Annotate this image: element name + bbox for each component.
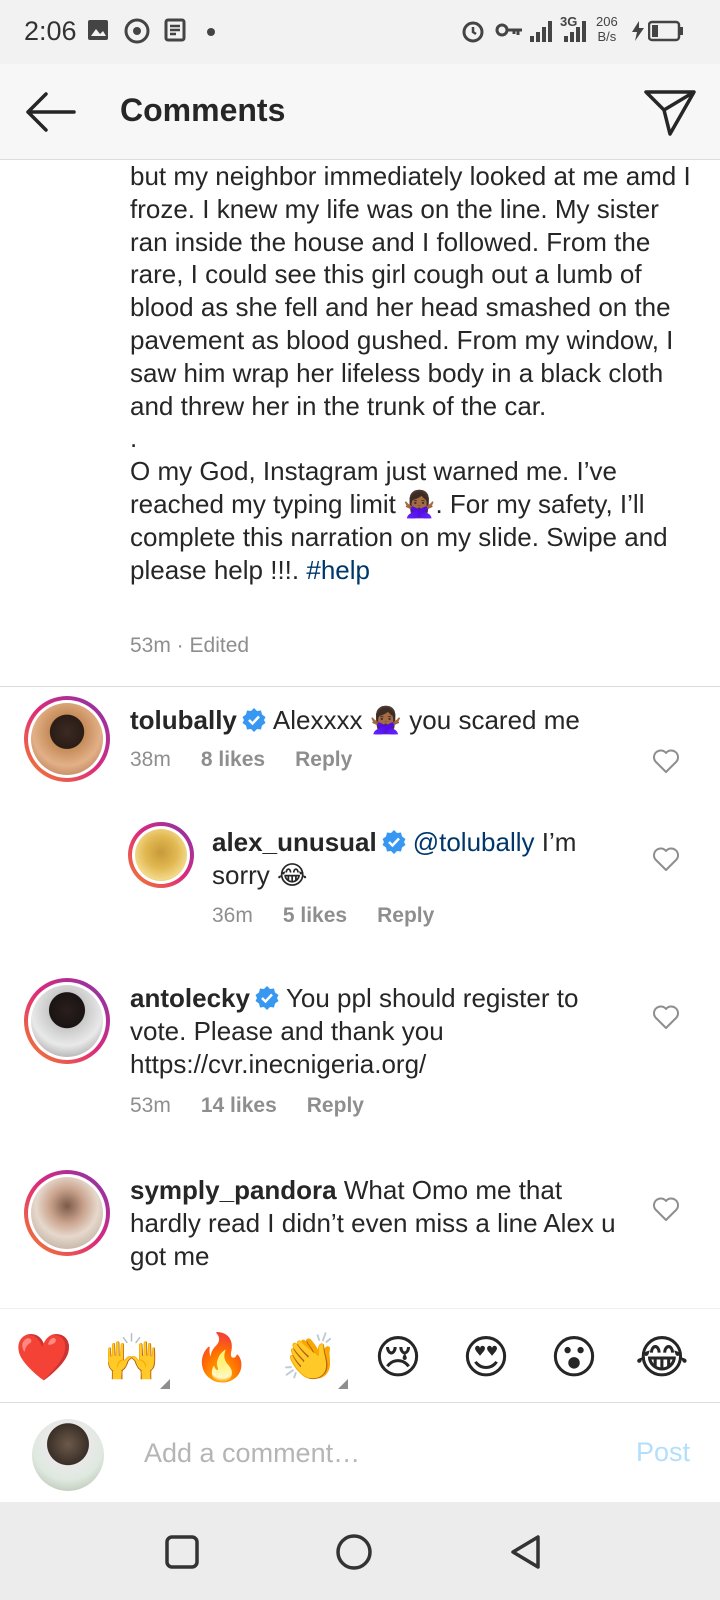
post-caption: but my neighbor immediately looked at me…: [130, 160, 700, 586]
verified-badge-icon: [242, 708, 266, 732]
status-bar: 2:06 3G 206 B/s: [0, 0, 720, 64]
system-nav-bar: [0, 1502, 720, 1600]
heart-outline-icon[interactable]: [652, 748, 680, 774]
emoji-laughing-button[interactable]: 😂: [632, 1329, 692, 1385]
reply-button[interactable]: Reply: [377, 904, 434, 927]
verified-badge-icon: [255, 986, 279, 1010]
skin-tone-indicator-icon: [338, 1379, 348, 1389]
caption-paragraph: but my neighbor immediately looked at me…: [130, 161, 691, 421]
emoji-heart-eyes-button[interactable]: 😍: [456, 1329, 516, 1385]
comment-username[interactable]: symply_pandora: [130, 1175, 337, 1205]
signal-1-icon: [530, 21, 552, 42]
triangle-back-nav-icon[interactable]: [506, 1532, 546, 1572]
heart-outline-icon[interactable]: [652, 1004, 680, 1030]
comments-header: Comments: [0, 64, 720, 160]
mention-link[interactable]: @tolubally: [413, 827, 535, 857]
comment-text: antolecky You ppl should register to vote…: [130, 982, 630, 1081]
gallery-icon: [88, 20, 108, 40]
direct-share-icon[interactable]: [642, 86, 698, 138]
comment-meta: 36m 5 likes Reply: [212, 904, 464, 928]
network-speed: 206 B/s: [596, 14, 618, 44]
skin-tone-indicator-icon: [160, 1379, 170, 1389]
caption-meta: 53m · Edited: [130, 634, 250, 657]
verified-badge-icon: [382, 830, 406, 854]
reply-button[interactable]: Reply: [307, 1094, 364, 1117]
add-comment-bar: Post: [0, 1402, 720, 1502]
emoji-heart-button[interactable]: ❤️: [14, 1329, 74, 1385]
comment-input[interactable]: [144, 1433, 584, 1473]
caption-paragraph: .: [130, 423, 138, 454]
hashtag-link[interactable]: #help: [306, 555, 370, 585]
vpn-key-icon: [495, 23, 522, 37]
divider: [0, 686, 720, 687]
comment-time: 38m: [130, 748, 171, 771]
heart-outline-icon[interactable]: [652, 1196, 680, 1222]
emoji-surprised-button[interactable]: 😮: [544, 1329, 604, 1385]
comment-text: tolubally Alexxxx 🙅🏾‍♀️ you scared me: [130, 704, 630, 737]
circle-nav-icon[interactable]: [334, 1532, 374, 1572]
comment-likes[interactable]: 14 likes: [201, 1094, 277, 1117]
comment-body: Alexxxx 🙅🏾‍♀️ you scared me: [272, 705, 580, 735]
comments-list[interactable]: but my neighbor immediately looked at me…: [0, 160, 720, 1308]
alarm-icon: [462, 21, 484, 43]
avatar[interactable]: [24, 1170, 110, 1256]
comment-meta: 53m 14 likes Reply: [130, 1094, 394, 1118]
signal-2-icon: [564, 21, 586, 42]
avatar[interactable]: [128, 822, 194, 888]
back-arrow-icon[interactable]: [18, 86, 78, 138]
emoji-quick-bar: ❤️ 🙌 🔥 👏 😢 😍 😮 😂: [0, 1308, 720, 1402]
caption-paragraph: O my God, Instagram just warned me. I’ve…: [130, 456, 668, 585]
battery-icon: [648, 20, 683, 42]
comment-meta: 38m 8 likes Reply: [130, 748, 382, 772]
comment-text: alex_unusual @tolubally I’m sorry 😂: [212, 826, 622, 892]
emoji-raised-hands-button[interactable]: 🙌: [102, 1329, 170, 1389]
status-time: 2:06: [24, 16, 77, 46]
comment-username[interactable]: antolecky: [130, 983, 250, 1013]
comment-time: 36m: [212, 904, 253, 927]
heart-outline-icon[interactable]: [652, 846, 680, 872]
emoji-clap-button[interactable]: 👏: [280, 1329, 348, 1389]
comment-likes[interactable]: 5 likes: [283, 904, 347, 927]
reply-button[interactable]: Reply: [295, 748, 352, 771]
comment-username[interactable]: alex_unusual: [212, 827, 377, 857]
news-icon: [164, 18, 186, 42]
comment-likes[interactable]: 8 likes: [201, 748, 265, 771]
notification-dot-icon: [207, 28, 215, 36]
avatar[interactable]: [24, 978, 110, 1064]
avatar[interactable]: [24, 696, 110, 782]
chrome-icon: [124, 18, 150, 44]
emoji-crying-button[interactable]: 😢: [368, 1329, 428, 1385]
page-title: Comments: [120, 92, 286, 128]
comment-username[interactable]: tolubally: [130, 705, 237, 735]
comment-time: 53m: [130, 1094, 171, 1117]
charging-bolt-icon: [632, 21, 644, 41]
square-nav-icon[interactable]: [162, 1532, 202, 1572]
emoji-fire-button[interactable]: 🔥: [192, 1329, 252, 1385]
post-button[interactable]: Post: [636, 1437, 690, 1468]
current-user-avatar: [32, 1419, 104, 1491]
comment-text: symply_pandora What Omo me that hardly r…: [130, 1174, 630, 1273]
